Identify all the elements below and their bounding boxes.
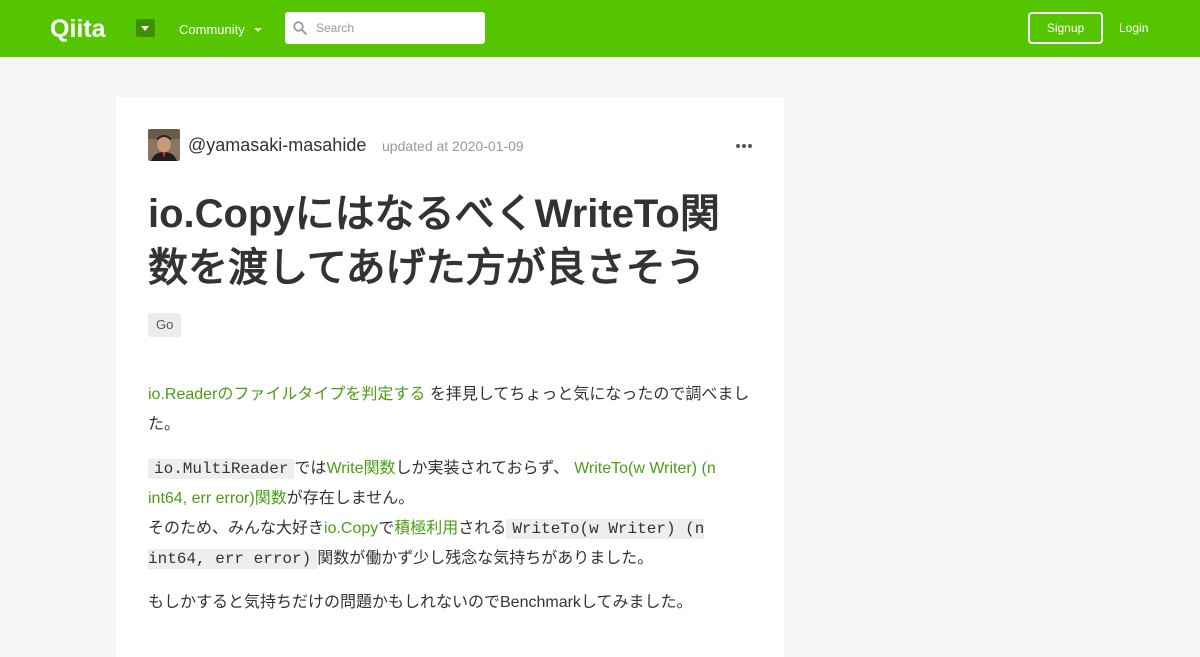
signup-button[interactable]: Signup bbox=[1028, 12, 1103, 44]
link-io-reader-filetype[interactable]: io.Readerのファイルタイプを判定する bbox=[148, 386, 425, 403]
article-title: io.CopyにはなるべくWriteTo関数を渡してあげた方が良さそう bbox=[148, 192, 720, 290]
link-io-copy[interactable]: io.Copy bbox=[324, 520, 378, 537]
login-link[interactable]: Login bbox=[1119, 21, 1148, 35]
search-icon bbox=[293, 21, 307, 35]
text-span: しか実装されておらず、 bbox=[395, 460, 570, 477]
text-span: 関数が働かず少し残念な気持ちがありました。 bbox=[317, 550, 654, 567]
top-navigation-bar: Qiita Community Signup Login bbox=[0, 0, 1200, 57]
tag-go[interactable]: Go bbox=[148, 313, 182, 337]
author-username[interactable]: @yamasaki-masahide bbox=[188, 135, 366, 156]
text-span: そのため、みんな大好き bbox=[148, 520, 325, 537]
text-span: が存在しません。 bbox=[286, 490, 415, 507]
text-span: で bbox=[378, 520, 395, 537]
paragraph-2: io.MultiReader ではWrite関数しか実装されておらず、 WriteT… bbox=[148, 454, 756, 574]
more-options-icon[interactable] bbox=[736, 135, 752, 155]
link-write-function[interactable]: Write関数 bbox=[326, 460, 395, 477]
logo-dropdown-icon[interactable] bbox=[136, 19, 155, 37]
search-box[interactable] bbox=[285, 12, 485, 44]
inline-code-multireader: io.MultiReader bbox=[148, 459, 295, 479]
logo-text: Qiita bbox=[50, 15, 107, 42]
paragraph-3: もしかすると気持ちだけの問題かもしれないのでBenchmarkしてみました。 bbox=[148, 594, 693, 611]
community-label: Community bbox=[179, 22, 245, 37]
text-span: される bbox=[458, 520, 507, 537]
community-menu[interactable]: Community bbox=[179, 22, 262, 37]
paragraph-1: io.Readerのファイルタイプを判定する を拝見してちょっと気になったので調… bbox=[148, 380, 756, 440]
author-avatar[interactable] bbox=[148, 129, 180, 161]
link-active-use[interactable]: 積極利用 bbox=[394, 520, 458, 537]
article-card: @yamasaki-masahide updated at 2020-01-09… bbox=[116, 97, 784, 657]
chevron-down-icon bbox=[253, 27, 262, 32]
qiita-logo[interactable]: Qiita bbox=[50, 14, 126, 42]
search-input[interactable] bbox=[316, 12, 476, 44]
text-span: では bbox=[294, 460, 327, 477]
updated-date: updated at 2020-01-09 bbox=[382, 138, 524, 154]
avatar-image bbox=[148, 129, 180, 161]
article-body: io.Readerのファイルタイプを判定する を拝見してちょっと気になったので調… bbox=[148, 380, 756, 632]
